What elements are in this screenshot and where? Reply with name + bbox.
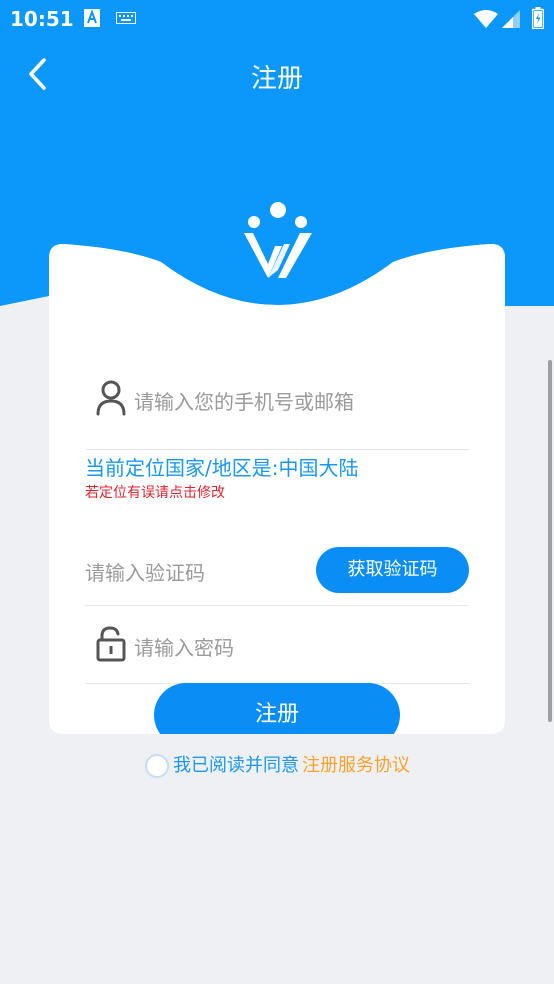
card-bottom-edge <box>49 734 505 754</box>
lock-icon <box>96 626 126 662</box>
divider <box>85 449 469 450</box>
wifi-icon <box>474 10 498 28</box>
get-code-button[interactable]: 获取验证码 <box>316 547 469 593</box>
location-hint[interactable]: 若定位有误请点击修改 <box>85 482 225 502</box>
signal-icon <box>502 10 520 28</box>
account-input[interactable]: 请输入您的手机号或邮箱 <box>134 386 354 415</box>
user-icon <box>96 380 126 416</box>
agree-radio[interactable] <box>145 754 169 778</box>
page-title: 注册 <box>250 64 303 94</box>
divider <box>85 605 469 606</box>
agreement-link[interactable]: 注册服务协议 <box>302 754 410 778</box>
password-input[interactable]: 请输入密码 <box>134 632 234 661</box>
agreement-text: 我已阅读并同意 <box>173 755 299 776</box>
nav-bar: 注册 <box>0 38 554 110</box>
code-input[interactable]: 请输入验证码 <box>85 557 205 586</box>
location-text[interactable]: 当前定位国家/地区是:中国大陆 <box>85 452 358 481</box>
accessibility-icon <box>84 9 100 27</box>
battery-icon <box>532 7 544 29</box>
app-logo <box>244 202 312 278</box>
status-bar: 10:51 <box>0 0 554 38</box>
status-time: 10:51 <box>10 7 74 31</box>
scrollbar[interactable] <box>548 360 552 722</box>
keyboard-icon <box>116 12 136 24</box>
